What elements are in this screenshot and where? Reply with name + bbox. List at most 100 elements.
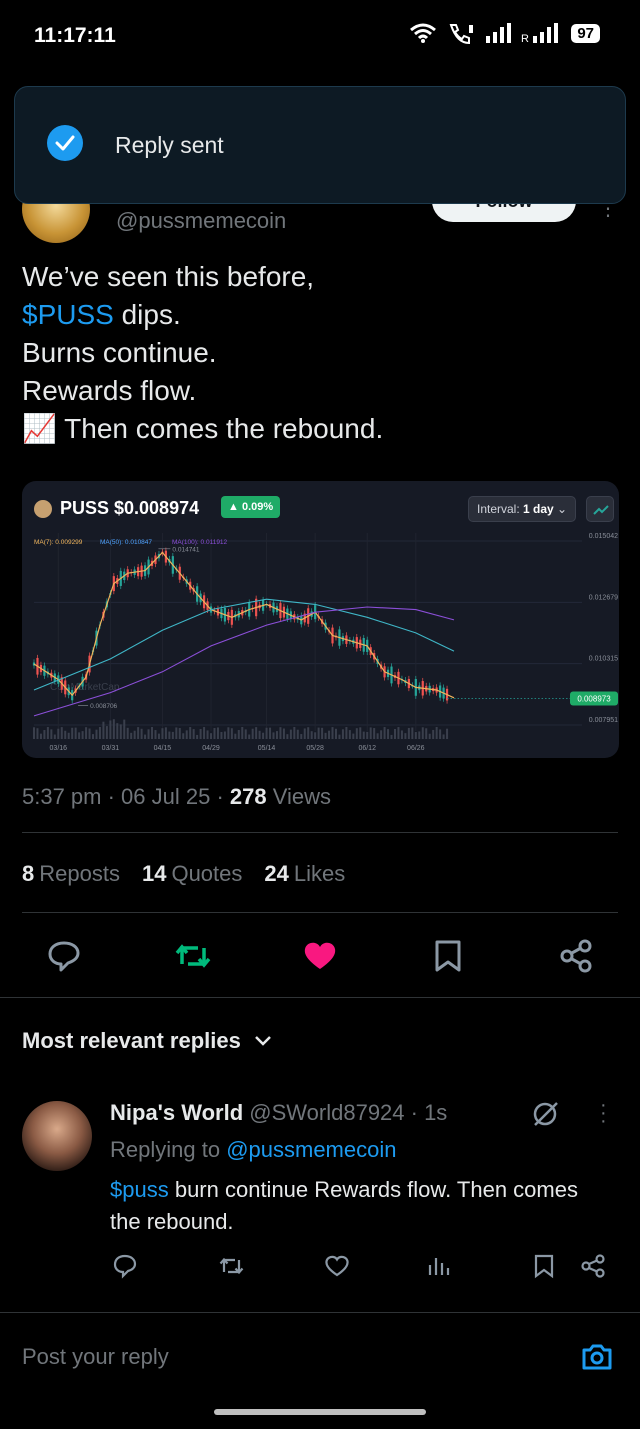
interval-value: 1 day	[523, 502, 554, 516]
quotes-stat[interactable]: 14 Quotes	[142, 861, 242, 887]
heart-icon[interactable]	[302, 938, 338, 974]
x-tick-label: 04/15	[154, 745, 172, 752]
home-indicator[interactable]	[214, 1409, 426, 1415]
coin-title: PUSS $0.008974	[34, 498, 199, 519]
bookmark-icon[interactable]	[532, 1253, 556, 1279]
volume-bar	[39, 733, 42, 739]
volume-bar	[154, 730, 157, 739]
author-handle[interactable]: @pussmemecoin	[116, 208, 286, 234]
volume-bar	[36, 728, 39, 739]
likes-count: 24	[264, 861, 289, 886]
share-icon[interactable]	[580, 1253, 606, 1279]
volume-bar	[352, 733, 355, 739]
volume-bar	[397, 727, 400, 739]
replying-to: Replying to @pussmemecoin	[110, 1137, 396, 1163]
volume-bar	[116, 723, 119, 739]
volume-bar	[237, 729, 240, 739]
replying-prefix: Replying to	[110, 1137, 227, 1162]
volume-bar	[213, 727, 216, 739]
x-tick-label: 06/26	[407, 745, 425, 752]
volume-bar	[314, 732, 317, 739]
volume-bar	[310, 731, 313, 739]
volume-bar	[223, 731, 226, 739]
volume-bar	[404, 733, 407, 739]
chart-image[interactable]: 0.015042 0.012679 0.010315 0.007951 03/16 03/…	[22, 481, 619, 758]
volume-bar	[338, 734, 341, 739]
reply-author[interactable]: Nipa's World @SWorld87924 · 1s	[110, 1100, 447, 1126]
reposts-count: 8	[22, 861, 35, 886]
volume-bar	[369, 727, 372, 739]
reply-icon[interactable]	[46, 938, 82, 974]
volume-bar	[147, 729, 150, 739]
volume-bar	[137, 727, 140, 739]
volume-bar	[78, 732, 81, 739]
volume-bar	[269, 727, 272, 739]
volume-bar	[168, 731, 171, 739]
volume-bar	[373, 728, 376, 739]
tweet-line: Rewards flow.	[22, 375, 197, 406]
reply-cashtag-link[interactable]: $puss	[110, 1177, 169, 1202]
coin-logo-icon	[34, 499, 52, 518]
reposts-stat[interactable]: 8 Reposts	[22, 861, 120, 887]
volume-bar	[216, 727, 219, 739]
legend-entry: MA(50): 0.010847	[100, 539, 152, 546]
volume-bar	[95, 729, 98, 739]
volume-bar	[144, 734, 147, 739]
volume-bar	[390, 734, 393, 739]
reply-more-icon[interactable]: · · ·	[600, 1095, 607, 1131]
volume-bar	[192, 729, 195, 739]
volume-bar	[109, 720, 112, 739]
volume-bar	[244, 729, 247, 739]
volume-bar	[206, 730, 209, 739]
volume-bar	[258, 730, 261, 739]
volume-bar	[196, 734, 199, 739]
volume-bar	[220, 731, 223, 739]
volume-bar	[199, 729, 202, 739]
volume-bar	[418, 731, 421, 739]
volume-bar	[442, 734, 445, 739]
volume-bar	[376, 733, 379, 739]
repost-icon[interactable]	[218, 1253, 244, 1279]
volume-bar	[289, 729, 292, 739]
tweet-text: We’ve seen this before, $PUSS dips. Burn…	[22, 258, 383, 448]
cashtag-link[interactable]: $PUSS	[22, 299, 114, 330]
toast-message: Reply sent	[115, 132, 224, 158]
replying-handle-link[interactable]: @pussmemecoin	[226, 1137, 396, 1162]
reply-text-rest: burn continue Rewards flow. Then comes t…	[110, 1177, 578, 1234]
x-tick-label: 04/29	[202, 745, 220, 752]
x-tick-label: 05/14	[258, 745, 276, 752]
volume-bar	[400, 730, 403, 739]
volume-bar	[414, 732, 417, 739]
likes-label: Likes	[293, 861, 346, 886]
volume-bar	[303, 728, 306, 739]
reply-input[interactable]: Post your reply	[22, 1344, 169, 1370]
reply-icon[interactable]	[112, 1253, 138, 1279]
share-icon[interactable]	[558, 938, 594, 974]
chevron-down-icon	[254, 1036, 271, 1046]
likes-stat[interactable]: 24 Likes	[264, 861, 345, 887]
legend-entry: MA(100): 0.011912	[172, 539, 228, 546]
volume-bar	[182, 733, 185, 739]
volume-bar	[71, 727, 74, 739]
volume-bar	[275, 731, 278, 739]
volume-bar	[282, 728, 285, 739]
volume-bar	[227, 727, 230, 739]
battery-indicator: 97	[571, 23, 600, 43]
bookmark-icon[interactable]	[432, 938, 464, 974]
y-tick-label: 0.015042	[589, 533, 618, 540]
reply-avatar[interactable]	[22, 1101, 92, 1171]
camera-icon[interactable]	[580, 1340, 614, 1374]
repost-icon[interactable]	[174, 938, 212, 974]
divider	[0, 997, 640, 998]
call-icon	[449, 24, 474, 44]
volume-bar	[435, 727, 438, 739]
volume-bar	[53, 734, 56, 739]
heart-outline-icon[interactable]	[324, 1253, 350, 1279]
volume-bar	[46, 727, 49, 739]
volume-bar	[43, 730, 46, 739]
wifi-icon	[410, 23, 437, 43]
status-icons: R 97	[409, 22, 600, 44]
views-icon[interactable]	[426, 1253, 452, 1279]
reply-sort-selector[interactable]: Most relevant replies	[22, 1028, 273, 1054]
grok-icon[interactable]	[530, 1098, 562, 1130]
